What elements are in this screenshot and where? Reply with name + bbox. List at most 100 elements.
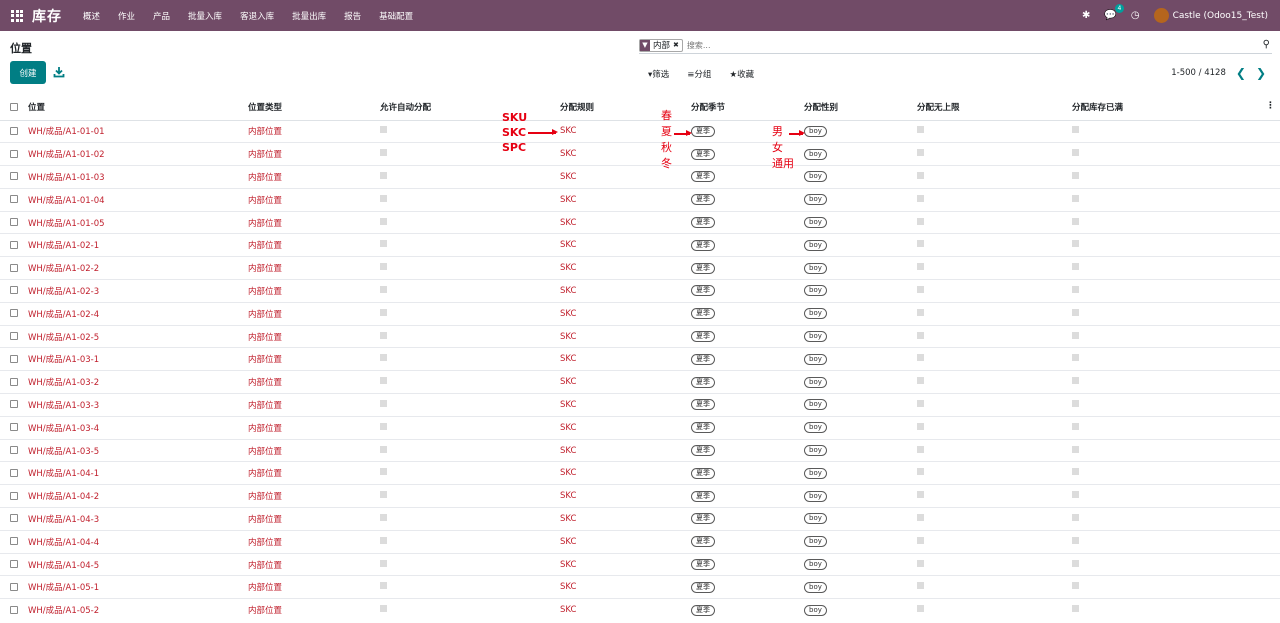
location-type[interactable]: 内部位置 bbox=[248, 173, 282, 183]
location-name[interactable]: WH/成品/A1-05-2 bbox=[28, 606, 99, 616]
row-checkbox[interactable] bbox=[0, 210, 28, 234]
assign-rule[interactable]: SKC bbox=[560, 377, 576, 387]
location-name[interactable]: WH/成品/A1-01-05 bbox=[28, 219, 105, 229]
location-type[interactable]: 内部位置 bbox=[248, 492, 282, 502]
assign-rule[interactable]: SKC bbox=[560, 240, 576, 250]
location-name[interactable]: WH/成品/A1-01-02 bbox=[28, 150, 105, 160]
location-type[interactable]: 内部位置 bbox=[248, 310, 282, 320]
group-by-button[interactable]: ≡分组 bbox=[687, 68, 711, 80]
table-row[interactable]: WH/成品/A1-03-3 内部位置 SKC 夏季 boy bbox=[0, 393, 1280, 417]
location-type[interactable]: 内部位置 bbox=[248, 424, 282, 434]
location-name[interactable]: WH/成品/A1-04-5 bbox=[28, 561, 99, 571]
filter-button[interactable]: ▾筛选 bbox=[648, 68, 669, 80]
location-type[interactable]: 内部位置 bbox=[248, 469, 282, 479]
activity-clock-icon[interactable]: ◷ bbox=[1131, 10, 1140, 21]
assign-rule[interactable]: SKC bbox=[560, 149, 576, 159]
row-checkbox[interactable] bbox=[0, 507, 28, 531]
location-type[interactable]: 内部位置 bbox=[248, 447, 282, 457]
row-checkbox[interactable] bbox=[0, 324, 28, 348]
table-row[interactable]: WH/成品/A1-02-2 内部位置 SKC 夏季 boy bbox=[0, 256, 1280, 280]
table-row[interactable]: WH/成品/A1-02-1 内部位置 SKC 夏季 boy bbox=[0, 233, 1280, 257]
assign-rule[interactable]: SKC bbox=[560, 172, 576, 182]
pager-value[interactable]: 1-500 / 4128 bbox=[1171, 68, 1226, 78]
location-name[interactable]: WH/成品/A1-04-3 bbox=[28, 515, 99, 525]
location-type[interactable]: 内部位置 bbox=[248, 583, 282, 593]
location-type[interactable]: 内部位置 bbox=[248, 287, 282, 297]
col-header-location[interactable]: 位置 bbox=[28, 95, 248, 121]
row-checkbox[interactable] bbox=[0, 393, 28, 417]
location-type[interactable]: 内部位置 bbox=[248, 219, 282, 229]
location-type[interactable]: 内部位置 bbox=[248, 241, 282, 251]
assign-rule[interactable]: SKC bbox=[560, 560, 576, 570]
location-name[interactable]: WH/成品/A1-02-1 bbox=[28, 241, 99, 251]
row-checkbox[interactable] bbox=[0, 119, 28, 143]
assign-rule[interactable]: SKC bbox=[560, 468, 576, 478]
location-name[interactable]: WH/成品/A1-04-2 bbox=[28, 492, 99, 502]
location-type[interactable]: 内部位置 bbox=[248, 561, 282, 571]
assign-rule[interactable]: SKC bbox=[560, 491, 576, 501]
assign-rule[interactable]: SKC bbox=[560, 446, 576, 456]
assign-rule[interactable]: SKC bbox=[560, 514, 576, 524]
col-header-location-type[interactable]: 位置类型 bbox=[248, 95, 380, 121]
row-checkbox[interactable] bbox=[0, 279, 28, 303]
menu-products[interactable]: 产品 bbox=[153, 10, 170, 22]
location-type[interactable]: 内部位置 bbox=[248, 515, 282, 525]
table-row[interactable]: WH/成品/A1-02-5 内部位置 SKC 夏季 boy bbox=[0, 324, 1280, 348]
apps-menu-icon[interactable] bbox=[11, 9, 23, 22]
select-all-checkbox[interactable] bbox=[0, 95, 28, 121]
menu-batch-inbound[interactable]: 批量入库 bbox=[188, 10, 222, 22]
search-input[interactable] bbox=[686, 40, 1167, 50]
table-row[interactable]: WH/成品/A1-02-4 内部位置 SKC 夏季 boy bbox=[0, 301, 1280, 326]
table-row[interactable]: WH/成品/A1-02-3 内部位置 SKC 夏季 boy bbox=[0, 279, 1280, 303]
menu-batch-outbound[interactable]: 批量出库 bbox=[292, 10, 326, 22]
location-name[interactable]: WH/成品/A1-05-1 bbox=[28, 583, 99, 593]
row-checkbox[interactable] bbox=[0, 461, 28, 485]
assign-rule[interactable]: SKC bbox=[560, 400, 576, 410]
location-type[interactable]: 内部位置 bbox=[248, 264, 282, 274]
location-name[interactable]: WH/成品/A1-03-4 bbox=[28, 424, 99, 434]
assign-rule[interactable]: SKC bbox=[560, 286, 576, 296]
assign-rule[interactable]: SKC bbox=[560, 537, 576, 547]
search-icon[interactable]: ⚲ bbox=[1263, 39, 1270, 50]
assign-rule[interactable]: SKC bbox=[560, 354, 576, 364]
table-row[interactable]: WH/成品/A1-01-01 内部位置 SKC 夏季 boy bbox=[0, 119, 1280, 143]
row-checkbox[interactable] bbox=[0, 484, 28, 508]
location-name[interactable]: WH/成品/A1-02-5 bbox=[28, 333, 99, 343]
row-checkbox[interactable] bbox=[0, 165, 28, 189]
row-checkbox[interactable] bbox=[0, 142, 28, 166]
table-row[interactable]: WH/成品/A1-01-02 内部位置 SKC 夏季 boy bbox=[0, 142, 1280, 166]
row-checkbox[interactable] bbox=[0, 187, 28, 212]
location-name[interactable]: WH/成品/A1-02-2 bbox=[28, 264, 99, 274]
table-row[interactable]: WH/成品/A1-04-3 内部位置 SKC 夏季 boy bbox=[0, 507, 1280, 531]
assign-rule[interactable]: SKC bbox=[560, 309, 576, 319]
location-type[interactable]: 内部位置 bbox=[248, 378, 282, 388]
location-name[interactable]: WH/成品/A1-01-01 bbox=[28, 127, 105, 137]
table-row[interactable]: WH/成品/A1-03-2 内部位置 SKC 夏季 boy bbox=[0, 370, 1280, 394]
assign-rule[interactable]: SKC bbox=[560, 332, 576, 342]
location-name[interactable]: WH/成品/A1-02-4 bbox=[28, 310, 99, 320]
location-type[interactable]: 内部位置 bbox=[248, 606, 282, 616]
assign-rule[interactable]: SKC bbox=[560, 218, 576, 228]
row-checkbox[interactable] bbox=[0, 438, 28, 462]
location-name[interactable]: WH/成品/A1-01-03 bbox=[28, 173, 105, 183]
location-type[interactable]: 内部位置 bbox=[248, 401, 282, 411]
col-header-assign-season[interactable]: 分配季节 bbox=[691, 95, 804, 121]
col-header-stock-full[interactable]: 分配库存已满 bbox=[1072, 95, 1280, 121]
menu-operations[interactable]: 作业 bbox=[118, 10, 135, 22]
location-type[interactable]: 内部位置 bbox=[248, 355, 282, 365]
row-checkbox[interactable] bbox=[0, 415, 28, 440]
assign-rule[interactable]: SKC bbox=[560, 195, 576, 205]
table-row[interactable]: WH/成品/A1-04-2 内部位置 SKC 夏季 boy bbox=[0, 484, 1280, 508]
bug-icon[interactable]: ✱ bbox=[1082, 10, 1090, 21]
location-name[interactable]: WH/成品/A1-03-3 bbox=[28, 401, 99, 411]
row-checkbox[interactable] bbox=[0, 256, 28, 280]
table-row[interactable]: WH/成品/A1-04-5 内部位置 SKC 夏季 boy bbox=[0, 552, 1280, 576]
location-name[interactable]: WH/成品/A1-01-04 bbox=[28, 196, 105, 206]
row-checkbox[interactable] bbox=[0, 598, 28, 622]
create-button[interactable]: 创建 bbox=[10, 61, 46, 84]
assign-rule[interactable]: SKC bbox=[560, 582, 576, 592]
table-row[interactable]: WH/成品/A1-05-1 内部位置 SKC 夏季 boy bbox=[0, 575, 1280, 599]
row-checkbox[interactable] bbox=[0, 301, 28, 326]
location-name[interactable]: WH/成品/A1-04-4 bbox=[28, 538, 99, 548]
menu-customer-return[interactable]: 客退入库 bbox=[240, 10, 274, 22]
